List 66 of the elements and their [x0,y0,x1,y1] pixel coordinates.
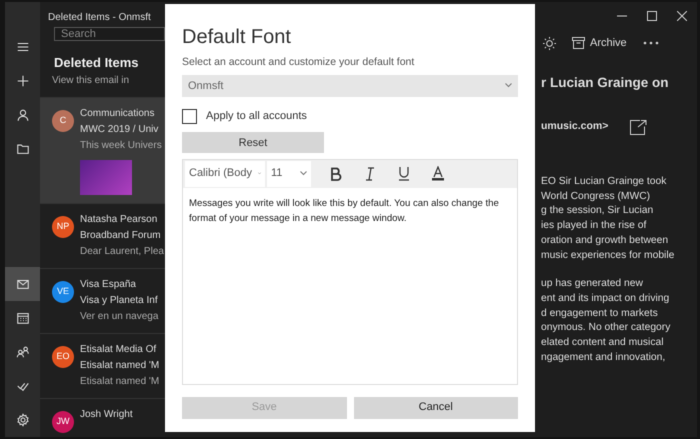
avatar-circle: NP [52,216,74,238]
nav-item-highlight[interactable] [5,267,40,301]
checkbox[interactable] [182,108,197,124]
preview-text: Dear Laurent, Plea [80,244,164,258]
body-text-line: d engagement to markets [541,306,659,321]
close-icon[interactable] [677,11,687,21]
body-text-line: ent and its impact on driving [541,292,670,306]
reset-button[interactable]: Reset [182,132,324,154]
email-subject: r Lucian Grainge on [541,74,670,92]
subject-text: Broadband Forum [80,228,162,242]
avatar-circle: EO [52,346,74,368]
body-text-line: onymous. No other category [541,321,672,336]
popout-icon[interactable] [630,120,648,135]
avatar-circle: VE [52,280,74,302]
sender-name: Etisalat Media Of [80,342,158,356]
body-text-line: g the session, Sir Lucian [541,204,654,218]
chevron-icon [300,171,307,176]
calendar-icon[interactable] [16,311,30,325]
sender-name: Natasha Pearson [80,212,158,226]
archive-button[interactable]: Archive [572,34,627,52]
subject-text: Etisalat named 'M [80,358,160,372]
preview-text: Etisalat named 'M [80,374,160,388]
sample-text: Messages you write will look like this by default. You can also change the format of your message in a new message window. [188,196,500,226]
maximize-icon[interactable] [647,11,657,21]
preview-text: Ver en un navega [80,310,158,324]
subject-text: MWC 2019 / Univ [80,122,160,136]
sun-icon[interactable] [543,36,556,50]
body-text-line: EO Sir Lucian Grainge took [541,175,668,189]
font-dropdown[interactable]: Calibri (Body [185,160,265,186]
preview-text: View this email in [52,74,130,88]
body-text-line: ies played in the rise of [541,219,648,234]
message-row[interactable]: JW Josh Wright [40,398,165,437]
message-row[interactable]: C Communications MWC 2019 / Univ This week Univers [40,98,165,204]
window-title: Deleted Items - Onmsft [47,11,152,25]
folder-heading: Deleted Items [53,54,140,72]
plus-icon[interactable] [16,74,30,88]
body-text-line: music experiences for mobile [541,248,676,263]
body-text-line: ngagement and innovation, [541,350,666,365]
body-text-line: oration and growth between [541,234,670,248]
cancel-button[interactable]: Cancel [354,396,518,418]
body-text-line: elated content and musical [541,336,664,350]
preview-text: This week Univers [80,138,162,152]
body-text-line: up has generated new [541,277,644,292]
checkbox-label: Apply to all accounts [206,108,307,124]
mail-icon[interactable] [16,277,30,291]
avatar-circle: JW [52,410,74,432]
people-icon[interactable] [16,345,30,359]
size-dropdown[interactable]: 11 [267,160,311,186]
dialog-title: Default Font [182,25,292,50]
folder-icon[interactable] [16,142,30,156]
search-field[interactable]: Search [54,27,165,41]
sender-name: Josh Wright [80,408,133,422]
avatar-circle: C [52,110,74,132]
settings-icon[interactable] [16,413,30,427]
subject-text: Visa y Planeta Inf [80,294,158,308]
body-text-line: World Congress (MWC) [541,190,652,204]
dialog-subtitle: Select an account and customize your default font [182,55,416,70]
account-dropdown[interactable]: Onmsft [182,74,518,97]
chevron-icon [505,83,512,88]
sender-name: Visa España [80,278,137,292]
more-icon[interactable] [642,41,659,45]
sender-address: umusic.com> [541,119,608,134]
sender-name: Communications [80,106,156,120]
archive-icon [572,37,585,49]
person-icon[interactable] [16,108,30,122]
menu-icon[interactable] [16,40,30,54]
